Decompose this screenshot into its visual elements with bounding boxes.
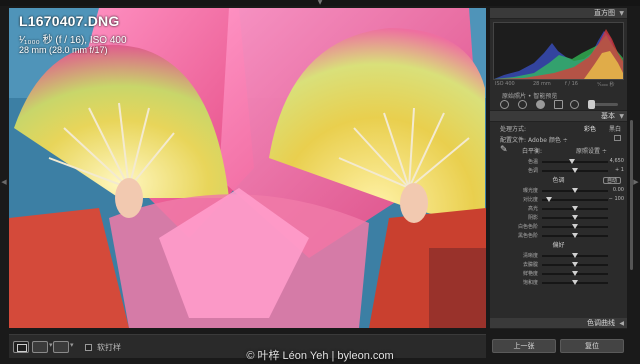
slider-label: 对比度 bbox=[522, 197, 538, 203]
collapse-arrow-icon: ▼ bbox=[619, 113, 624, 120]
collapse-arrow-icon: ▼ bbox=[619, 10, 624, 17]
wb-label: 白平衡: bbox=[522, 148, 543, 155]
white-balance-row: ✎ 白平衡: 原照设置 ÷ bbox=[490, 144, 627, 157]
auto-tone-button[interactable]: 自动 bbox=[602, 177, 621, 184]
photo-content bbox=[9, 8, 486, 328]
slider-value[interactable]: − 100 bbox=[609, 196, 624, 202]
meta-focal: 28 mm bbox=[533, 81, 551, 87]
slider-row: 鲜艳度 bbox=[490, 269, 627, 278]
meta-shutter: ¹⁄₁₀₀₀ 秒 bbox=[597, 82, 615, 88]
histogram-chart bbox=[493, 22, 624, 80]
treatment-label: 处理方式: bbox=[500, 126, 527, 133]
profile-label: 配置文件: bbox=[500, 137, 527, 144]
histogram-meta: ISO 400 28 mm f / 16 ¹⁄₁₀₀₀ 秒 bbox=[493, 80, 624, 89]
slider-label: 清晰度 bbox=[522, 253, 538, 259]
slider-knob[interactable] bbox=[572, 271, 578, 276]
slider-label: 色温 bbox=[527, 159, 538, 165]
profile-browser-icon[interactable] bbox=[614, 135, 621, 141]
expand-arrow-icon: ◀ bbox=[619, 320, 624, 327]
red-eye-icon[interactable] bbox=[536, 100, 545, 109]
slider-row: 去朦胧 bbox=[490, 260, 627, 269]
slider-knob[interactable] bbox=[572, 262, 578, 267]
slider-track[interactable] bbox=[542, 161, 608, 163]
slider-knob[interactable] bbox=[572, 188, 578, 193]
slider-row: 色温 4,650 bbox=[490, 157, 627, 166]
tone-curve-title: 色调曲线 bbox=[587, 319, 615, 327]
slider-label: 阴影 bbox=[527, 215, 538, 221]
radial-filter-icon[interactable] bbox=[570, 100, 579, 109]
top-panel-toggle-icon[interactable]: ▼ bbox=[316, 0, 324, 6]
profile-row: 配置文件: Adobe 颜色 ÷ bbox=[490, 133, 627, 144]
slider-row: 曝光度 0.00 bbox=[490, 186, 627, 195]
tone-section: 色调 自动 bbox=[490, 175, 627, 186]
slider-knob[interactable] bbox=[572, 253, 578, 258]
tone-curve-panel-header[interactable]: 色调曲线 ◀ bbox=[490, 318, 627, 329]
panel-scrollbar[interactable] bbox=[630, 120, 633, 270]
histogram-panel-header[interactable]: 直方图 ▼ bbox=[490, 8, 627, 19]
spot-removal-icon[interactable] bbox=[518, 100, 527, 109]
meta-aperture: f / 16 bbox=[565, 81, 578, 87]
slider-row: 清晰度 bbox=[490, 251, 627, 260]
slider-row: 白色色阶 bbox=[490, 222, 627, 231]
develop-right-panel: 直方图 ▼ ISO 400 28 mm f / 16 ¹⁄₁₀₀₀ 秒 原始照片… bbox=[490, 8, 627, 328]
slider-label: 饱和度 bbox=[522, 280, 538, 286]
presence-section: 偏好 bbox=[490, 240, 627, 251]
slider-knob[interactable] bbox=[572, 215, 578, 220]
wb-select[interactable]: 原照设置 ÷ bbox=[576, 146, 607, 155]
slider-label: 黑色色阶 bbox=[517, 233, 538, 239]
tool-strip: 原始照片 • 智能预览 bbox=[490, 89, 627, 111]
slider-label: 白色色阶 bbox=[517, 224, 538, 230]
slider-knob[interactable] bbox=[572, 280, 578, 285]
photo-exposure-info: ¹⁄₁₀₀₀ 秒 (f / 16), ISO 400 bbox=[19, 35, 127, 46]
eyedropper-icon[interactable]: ✎ bbox=[500, 145, 508, 155]
slider-label: 曝光度 bbox=[522, 188, 538, 194]
slider-knob[interactable] bbox=[572, 224, 578, 229]
slider-knob[interactable] bbox=[572, 233, 578, 238]
crop-icon[interactable] bbox=[500, 100, 509, 109]
slider-row: 高光 bbox=[490, 204, 627, 213]
adjustment-brush-slider[interactable] bbox=[588, 100, 618, 109]
treatment-bw-option[interactable]: 黑白 bbox=[609, 124, 621, 133]
profile-select[interactable]: Adobe 颜色 ÷ bbox=[528, 135, 568, 144]
slider-row: 阴影 bbox=[490, 213, 627, 222]
slider-label: 去朦胧 bbox=[522, 262, 538, 268]
right-panel-toggle-icon[interactable]: ▶ bbox=[633, 176, 639, 188]
photo-preview[interactable]: L1670407.DNG ¹⁄₁₀₀₀ 秒 (f / 16), ISO 400 … bbox=[9, 8, 486, 328]
basic-panel-header[interactable]: 基本 ▼ bbox=[490, 111, 627, 122]
treatment-row: 处理方式: 彩色 黑白 bbox=[490, 122, 627, 133]
slider-value[interactable]: 0.00 bbox=[613, 187, 624, 193]
photo-filename: L1670407.DNG bbox=[19, 13, 120, 29]
slider-knob[interactable] bbox=[572, 206, 578, 211]
slider-label: 鲜艳度 bbox=[522, 271, 538, 277]
treatment-color-option[interactable]: 彩色 bbox=[584, 124, 596, 133]
slider-row: 饱和度 bbox=[490, 278, 627, 287]
slider-knob[interactable] bbox=[568, 159, 575, 164]
wb-slider-group: 色温 4,650 色调 + 1 bbox=[490, 157, 627, 175]
left-panel-toggle-icon[interactable]: ◀ bbox=[1, 176, 7, 188]
basic-title: 基本 bbox=[601, 112, 615, 120]
slider-knob[interactable] bbox=[572, 168, 578, 173]
slider-track[interactable] bbox=[542, 199, 608, 201]
slider-row: 色调 + 1 bbox=[490, 166, 627, 175]
presence-slider-group: 清晰度去朦胧鲜艳度饱和度 bbox=[490, 251, 627, 287]
photo-lens-info: 28 mm (28.0 mm f/17) bbox=[19, 45, 108, 55]
smart-preview-status: 原始照片 • 智能预览 bbox=[502, 93, 558, 100]
slider-value[interactable]: 4,650 bbox=[610, 158, 624, 164]
copyright-watermark: © 叶梓 Léon Yeh | byleon.com bbox=[246, 350, 394, 362]
tone-slider-group: 曝光度 0.00 对比度 − 100 高光阴影白色色阶黑色色阶 bbox=[490, 186, 627, 240]
slider-row: 对比度 − 100 bbox=[490, 195, 627, 204]
slider-label: 高光 bbox=[527, 206, 538, 212]
histogram-title: 直方图 bbox=[594, 9, 615, 17]
meta-iso: ISO 400 bbox=[495, 81, 515, 87]
tone-label: 色调 bbox=[552, 177, 565, 184]
slider-row: 黑色色阶 bbox=[490, 231, 627, 240]
slider-knob[interactable] bbox=[545, 197, 552, 202]
slider-value[interactable]: + 1 bbox=[615, 167, 624, 173]
presence-label: 偏好 bbox=[552, 242, 565, 249]
graduated-filter-icon[interactable] bbox=[554, 100, 563, 109]
slider-label: 色调 bbox=[527, 168, 538, 174]
